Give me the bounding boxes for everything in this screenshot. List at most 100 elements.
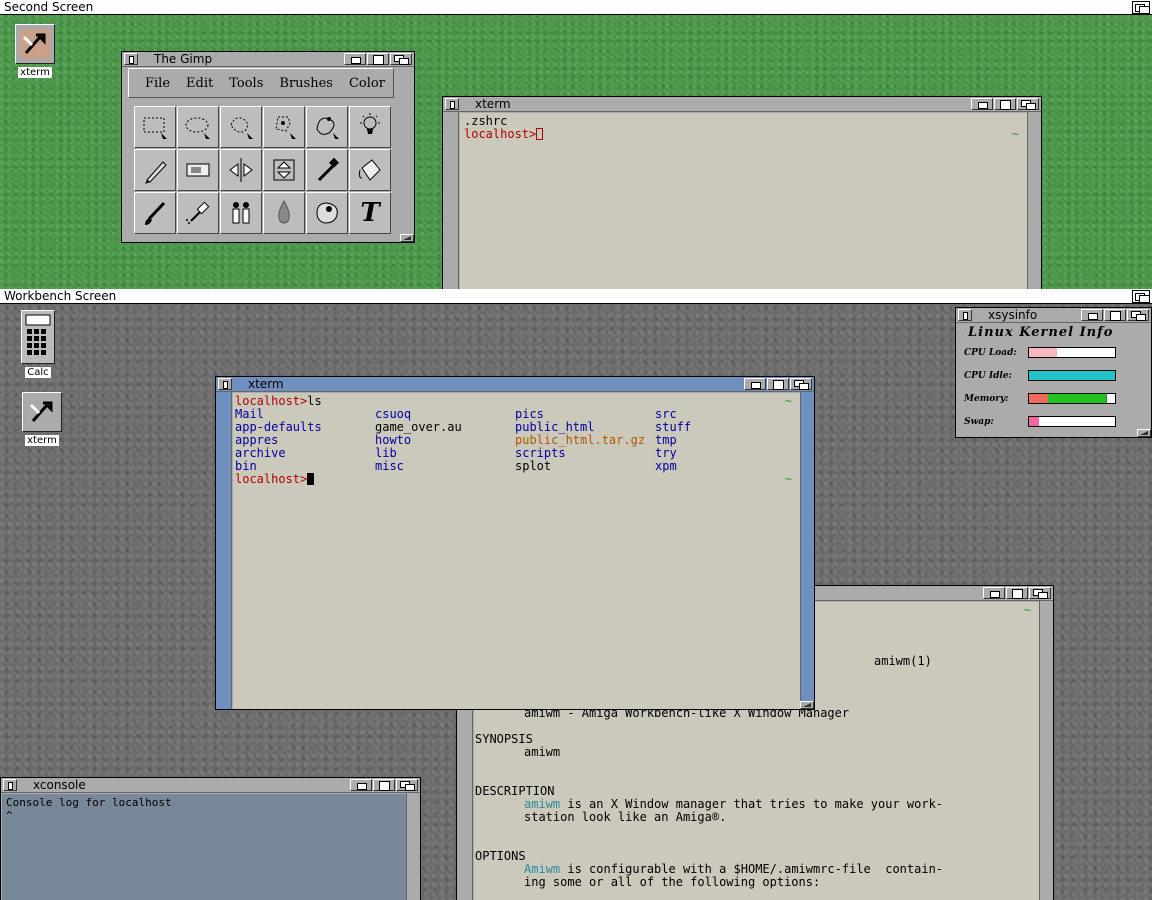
depth-icon[interactable] <box>396 779 418 791</box>
meter-bar <box>1028 393 1116 404</box>
depth-icon[interactable] <box>1017 98 1039 110</box>
console-line: Console log for localhost <box>6 796 172 809</box>
shell-prompt: localhost> <box>235 394 308 408</box>
bucket-fill-icon[interactable] <box>349 149 391 191</box>
shell-prompt: localhost> <box>235 472 308 486</box>
meter-fill <box>1029 417 1040 426</box>
xterm-main-window: xterm localhost>ls ~ Mail app-defaults appr… <box>215 376 815 710</box>
screen-depth-gadget[interactable] <box>1132 1 1150 14</box>
close-icon[interactable] <box>218 378 232 390</box>
ls-entry: splot <box>515 459 552 473</box>
screen-depth-gadget[interactable] <box>1132 290 1150 303</box>
close-icon[interactable] <box>3 779 17 791</box>
resize-icon[interactable] <box>800 701 814 709</box>
fuzzy-select-icon[interactable] <box>263 106 305 148</box>
zoom-icon[interactable] <box>373 779 395 791</box>
zoom-icon[interactable] <box>1104 309 1126 321</box>
xterm-main-terminal[interactable]: localhost>ls ~ Mail app-defaults appres arch… <box>233 393 800 709</box>
menu-file[interactable]: File <box>137 76 178 91</box>
man-text: is configurable with a $HOME/.amiwmrc-fi… <box>560 862 944 876</box>
text-cursor <box>307 473 315 485</box>
desktop-icon-xterm-second[interactable]: xterm <box>11 24 59 78</box>
depth-icon[interactable] <box>790 378 812 390</box>
free-select-icon[interactable] <box>220 106 262 148</box>
desktop-icon-label: xterm <box>18 67 52 78</box>
text-icon[interactable]: T <box>349 192 391 234</box>
right-border[interactable] <box>800 392 814 709</box>
left-border <box>216 392 232 709</box>
iconify-icon[interactable] <box>350 779 372 791</box>
meter-label: Swap: <box>964 417 994 427</box>
gimp-titlebar[interactable]: The Gimp <box>122 52 414 67</box>
right-border[interactable] <box>1039 601 1053 900</box>
gimp-window: The Gimp File Edit Tools Brushes Color T <box>121 51 415 243</box>
xterm-top-terminal[interactable]: .zshrc localhost> ~ <box>460 113 1027 289</box>
transform-icon[interactable] <box>263 149 305 191</box>
crop-icon[interactable] <box>177 149 219 191</box>
rect-select-icon[interactable] <box>134 106 176 148</box>
depth-icon[interactable] <box>1029 587 1051 599</box>
close-icon[interactable] <box>124 53 138 65</box>
iconify-icon[interactable] <box>983 587 1005 599</box>
console-log[interactable]: Console log for localhost ^ <box>2 794 406 900</box>
zoom-icon[interactable] <box>1006 587 1028 599</box>
close-icon[interactable] <box>958 309 972 321</box>
man-options-heading: OPTIONS <box>475 849 526 863</box>
airbrush-icon[interactable] <box>177 192 219 234</box>
zoom-icon[interactable] <box>994 98 1016 110</box>
intelligent-scissors-icon[interactable] <box>349 106 391 148</box>
sysinfo-heading: Linux Kernel Info <box>968 325 1114 340</box>
bezier-select-icon[interactable] <box>306 106 348 148</box>
menu-edit[interactable]: Edit <box>178 76 221 91</box>
menu-brushes[interactable]: Brushes <box>271 76 341 91</box>
desktop-icon-xterm-workbench[interactable]: xterm <box>18 392 66 446</box>
second-screen-titlebar[interactable]: Second Screen <box>0 0 1152 15</box>
window-title: xterm <box>244 377 288 391</box>
desktop-icon-calc[interactable]: Calc <box>14 310 62 378</box>
workbench-screen-title: Workbench Screen <box>4 289 117 303</box>
xterm-main-titlebar[interactable]: xterm <box>216 377 814 392</box>
window-title: xsysinfo <box>984 308 1042 322</box>
xterm-icon <box>22 392 62 432</box>
ls-output: Mail app-defaults appres archive bin csuoq gam… <box>235 408 798 473</box>
man-options-line-2: ing some or all of the following options… <box>524 875 821 889</box>
xconsole-titlebar[interactable]: xconsole <box>1 778 420 793</box>
right-border[interactable] <box>406 793 420 900</box>
iconify-icon[interactable] <box>344 53 366 65</box>
meter-bar <box>1028 416 1116 427</box>
window-title: xterm <box>471 97 515 111</box>
meter-fill <box>1029 348 1058 357</box>
depth-icon[interactable] <box>1127 309 1149 321</box>
flip-icon[interactable] <box>220 149 262 191</box>
xsysinfo-titlebar[interactable]: xsysinfo <box>956 308 1151 323</box>
zoom-icon[interactable] <box>367 53 389 65</box>
iconify-icon[interactable] <box>744 378 766 390</box>
second-screen: Second Screen xterm The Gimp File Edit T… <box>0 0 1152 289</box>
blur-icon[interactable] <box>263 192 305 234</box>
workbench-screen-titlebar[interactable]: Workbench Screen <box>0 289 1152 304</box>
ls-entry: misc <box>375 459 404 473</box>
right-border[interactable] <box>1027 112 1041 289</box>
depth-icon[interactable] <box>390 53 412 65</box>
close-icon[interactable] <box>445 98 459 110</box>
iconify-icon[interactable] <box>1081 309 1103 321</box>
tilde-marker: ~ <box>1011 127 1019 141</box>
pencil-icon[interactable] <box>134 149 176 191</box>
meter-label: CPU Idle: <box>964 371 1012 381</box>
meter-fill <box>1106 394 1108 403</box>
meter-bar <box>1028 370 1116 381</box>
iconify-icon[interactable] <box>971 98 993 110</box>
menu-color[interactable]: Color <box>341 76 393 91</box>
menu-tools[interactable]: Tools <box>221 76 271 91</box>
clone-icon[interactable] <box>220 192 262 234</box>
resize-icon[interactable] <box>1137 429 1151 437</box>
color-picker-icon[interactable] <box>306 149 348 191</box>
zoom-icon[interactable] <box>767 378 789 390</box>
ellipse-select-icon[interactable] <box>177 106 219 148</box>
smudge-icon[interactable] <box>306 192 348 234</box>
gimp-menubar: File Edit Tools Brushes Color <box>128 68 394 98</box>
paintbrush-icon[interactable] <box>134 192 176 234</box>
resize-icon[interactable] <box>400 234 414 242</box>
man-link: Amiwm <box>524 862 561 876</box>
xterm-top-titlebar[interactable]: xterm <box>443 97 1041 112</box>
